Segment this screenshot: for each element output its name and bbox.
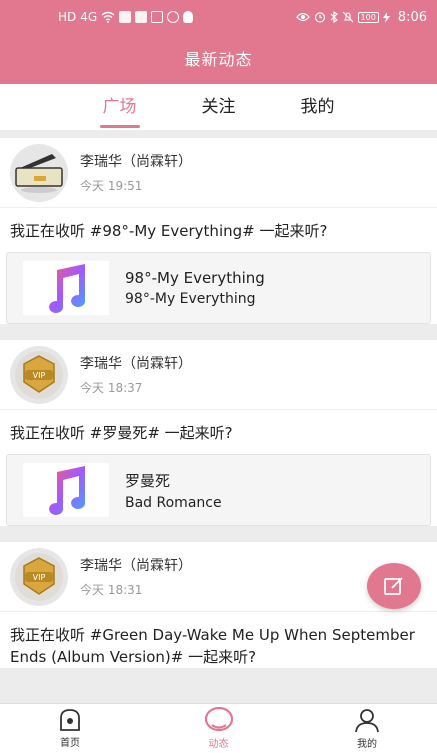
wifi-icon: [101, 11, 115, 23]
music-card[interactable]: 罗曼死 Bad Romance: [6, 454, 431, 526]
music-note-icon: [23, 463, 109, 517]
person-icon: [355, 709, 379, 733]
translate-notification-icon: [151, 11, 164, 23]
vip-label: VIP: [33, 371, 46, 380]
nav-feed[interactable]: 动态: [189, 704, 249, 753]
compose-button[interactable]: [367, 563, 421, 609]
battery-indicator: 100: [357, 11, 379, 23]
vip-label: VIP: [33, 573, 46, 582]
post-username[interactable]: 李瑞华（尚霖轩）: [80, 151, 192, 171]
header-bar: HD 4G 100 8:06 最新动态: [0, 0, 437, 84]
post-time: 今天 19:51: [80, 179, 143, 193]
music-note-icon: [23, 261, 109, 315]
vip-badge-icon[interactable]: VIP: [10, 345, 68, 404]
nav-home[interactable]: 首页: [40, 704, 100, 753]
tab-square[interactable]: 广场: [90, 84, 150, 130]
nav-feed-label: 动态: [208, 739, 229, 750]
radio-avatar-icon[interactable]: [10, 143, 68, 202]
nav-home-label: 首页: [60, 738, 80, 749]
music-card[interactable]: 98°-My Everything 98°-My Everything: [6, 252, 431, 324]
clock: 8:06: [397, 9, 427, 25]
tab-following[interactable]: 关注: [189, 84, 249, 130]
post-header: 李瑞华（尚霖轩） 今天 19:51: [0, 138, 437, 208]
post-text: 我正在收听 #Green Day-Wake Me Up When Septemb…: [10, 626, 415, 666]
tab-bar: 广场 关注 我的: [0, 84, 437, 130]
alarm-icon: [314, 12, 325, 23]
hd-label: HD: [58, 10, 77, 24]
music-title: 98°-My Everything: [125, 269, 265, 287]
eye-icon: [295, 12, 310, 22]
tab-mine[interactable]: 我的: [288, 84, 348, 130]
app-notification-icon-2: [135, 11, 148, 23]
post-header: VIP 李瑞华（尚霖轩） 今天 18:37: [0, 340, 437, 410]
nav-me-label: 我的: [357, 739, 377, 750]
app-notification-icon: [119, 11, 132, 23]
mute-icon: [342, 11, 353, 23]
post-text: 我正在收听 #98°-My Everything# 一起来听?: [10, 222, 328, 240]
post-time: 今天 18:37: [80, 381, 143, 395]
bluetooth-icon: [330, 11, 338, 23]
app-notification-icon-3: [167, 11, 180, 23]
page-title: 最新动态: [184, 50, 253, 69]
home-icon: [60, 709, 80, 731]
network-label: 4G: [80, 10, 98, 24]
charging-icon: [382, 11, 390, 23]
chat-bubble-icon: [204, 707, 233, 732]
music-artist: Bad Romance: [125, 494, 222, 511]
post-time: 今天 18:31: [80, 583, 143, 597]
feed-post[interactable]: VIP 李瑞华（尚霖轩） 今天 18:31 我正在收听 #Green Day-W…: [0, 542, 437, 668]
feed-post[interactable]: VIP 李瑞华（尚霖轩） 今天 18:37 我正在收听 #罗曼死# 一起来听?: [0, 340, 437, 526]
status-bar: HD 4G 100 8:06: [0, 0, 437, 34]
vip-badge-icon[interactable]: VIP: [10, 547, 68, 606]
music-title: 罗曼死: [125, 471, 171, 490]
edit-icon: [384, 577, 403, 595]
music-artist: 98°-My Everything: [125, 291, 256, 307]
post-username[interactable]: 李瑞华（尚霖轩）: [80, 555, 192, 575]
feed-list[interactable]: 李瑞华（尚霖轩） 今天 19:51 我正在收听 #98°-My Everythi…: [0, 138, 437, 703]
post-username[interactable]: 李瑞华（尚霖轩）: [80, 353, 192, 373]
post-text: 我正在收听 #罗曼死# 一起来听?: [10, 424, 233, 442]
feed-post[interactable]: 李瑞华（尚霖轩） 今天 19:51 我正在收听 #98°-My Everythi…: [0, 138, 437, 324]
nav-me[interactable]: 我的: [337, 704, 397, 753]
qq-icon: [183, 11, 194, 23]
bottom-nav: 首页 动态 我的: [0, 703, 437, 753]
